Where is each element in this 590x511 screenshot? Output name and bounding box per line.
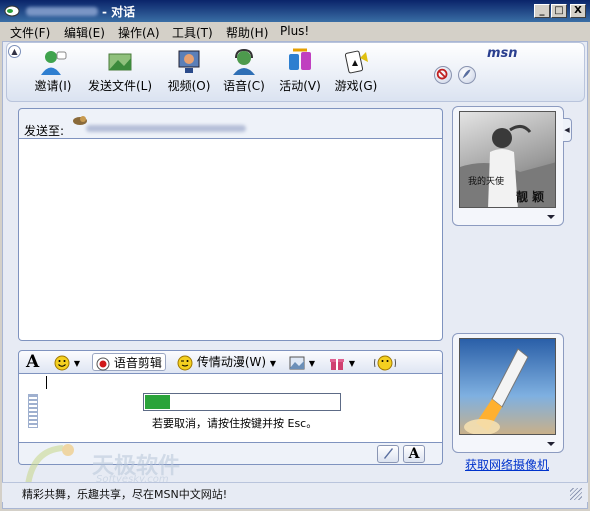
record-icon xyxy=(96,357,110,370)
emoticon-button[interactable]: ▼ xyxy=(54,353,80,371)
picture-caption-1: 我的天使 xyxy=(468,177,505,187)
message-history[interactable] xyxy=(18,138,443,341)
to-label: 发送至: xyxy=(24,124,65,138)
voice-clip-progress-fill xyxy=(145,395,170,409)
recipient-blurred xyxy=(86,125,246,132)
chevron-down-icon: ▼ xyxy=(348,359,355,368)
background-picker-button[interactable]: ▼ xyxy=(289,353,315,371)
picture-icon xyxy=(289,356,305,369)
voice-clip-hint: 若要取消，请按住按键并按 Esc。 xyxy=(152,417,318,430)
get-webcam-link[interactable]: 获取网络摄像机 xyxy=(465,456,549,473)
msn-buddy-icon xyxy=(4,5,20,17)
send-file-button[interactable]: 发送文件(L) xyxy=(84,48,156,98)
menu-actions[interactable]: 操作(A) xyxy=(118,24,160,41)
menu-help[interactable]: 帮助(H) xyxy=(226,24,268,41)
invite-icon xyxy=(41,51,67,75)
menu-file[interactable]: 文件(F) xyxy=(10,24,50,41)
menu-edit[interactable]: 编辑(E) xyxy=(64,24,105,41)
gift-button[interactable]: ▼ xyxy=(329,353,355,371)
feather-icon xyxy=(462,69,471,79)
font-button[interactable]: A xyxy=(26,353,39,371)
chevron-down-icon: ▼ xyxy=(269,359,277,368)
block-button[interactable] xyxy=(434,66,452,84)
window-title: - 对话 xyxy=(102,5,136,19)
pen-icon xyxy=(384,448,393,459)
title-bar: - 对话 _ □ X xyxy=(0,0,590,22)
block-icon xyxy=(436,68,448,80)
games-button[interactable]: 游戏(G) xyxy=(321,48,391,98)
type-mode-button[interactable]: A xyxy=(403,445,425,463)
smiley-icon xyxy=(54,355,70,370)
winks-button[interactable]: 传情动漫(W) ▼ xyxy=(177,353,276,371)
send-file-icon xyxy=(108,53,132,71)
status-text[interactable]: 精彩共舞，乐趣共享，尽在MSN中文网站! xyxy=(22,486,227,502)
voice-clip-progress xyxy=(143,393,341,411)
chevron-down-icon[interactable] xyxy=(547,215,555,219)
picture-caption-2: 靓 颖 xyxy=(516,190,545,204)
voice-clip-button[interactable]: 语音剪辑 xyxy=(92,353,166,371)
own-display-picture[interactable] xyxy=(459,338,556,435)
invite-button[interactable]: 邀请(I) xyxy=(18,48,88,98)
voice-icon xyxy=(233,48,255,75)
contact-name-blurred xyxy=(26,7,98,16)
video-icon xyxy=(178,50,200,73)
nudge-button[interactable] xyxy=(374,353,396,371)
chevron-down-icon: ▼ xyxy=(308,359,315,368)
chevron-down-icon: ▼ xyxy=(73,359,80,368)
menu-tools[interactable]: 工具(T) xyxy=(172,24,213,41)
msn-logo: msn xyxy=(487,46,518,61)
background-button[interactable] xyxy=(458,66,476,84)
minimize-button[interactable]: _ xyxy=(534,4,550,18)
send-file-label: 发送文件(L) xyxy=(87,79,153,93)
games-icon xyxy=(344,50,368,74)
gift-icon xyxy=(330,358,344,370)
voice-level-meter xyxy=(28,394,38,428)
menu-bar: 文件(F) 编辑(E) 操作(A) 工具(T) 帮助(H) Plus! xyxy=(0,22,590,41)
chevron-down-icon[interactable] xyxy=(547,442,555,446)
contact-display-picture[interactable]: 我的天使 靓 颖 xyxy=(459,111,556,208)
maximize-button[interactable]: □ xyxy=(551,4,567,18)
resize-grip[interactable] xyxy=(570,488,582,500)
menu-plus[interactable]: Plus! xyxy=(280,24,309,38)
collapse-sidebar-tab[interactable]: ◀ xyxy=(563,118,572,142)
text-caret xyxy=(46,376,47,389)
voice-clip-label: 语音剪辑 xyxy=(113,356,162,370)
contact-status-icon xyxy=(73,116,87,125)
nudge-icon xyxy=(374,355,396,370)
handwriting-button[interactable] xyxy=(377,445,399,463)
winks-label: 传情动漫(W) xyxy=(196,355,267,369)
shuttle-illustration xyxy=(464,348,529,434)
games-label: 游戏(G) xyxy=(334,79,378,93)
wink-icon xyxy=(177,355,193,370)
invite-label: 邀请(I) xyxy=(34,79,72,93)
close-button[interactable]: X xyxy=(570,4,586,18)
activities-icon xyxy=(289,48,311,70)
